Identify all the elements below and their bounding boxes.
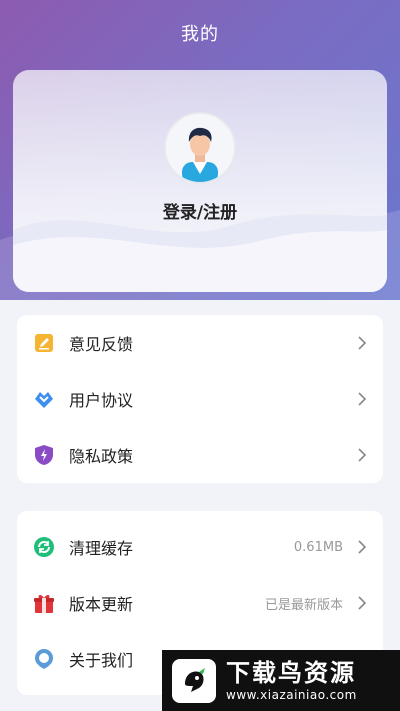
chevron-right-icon [358, 448, 367, 462]
handshake-icon [33, 388, 55, 410]
shield-bolt-icon [33, 444, 55, 466]
chevron-right-icon [358, 392, 367, 406]
chevron-right-icon [358, 596, 367, 610]
chevron-right-icon [358, 540, 367, 554]
version-status-value: 已是最新版本 [264, 597, 343, 613]
profile-card: 登录/注册 [13, 70, 387, 292]
menu-item-clear-cache[interactable]: 清理缓存 0.61MB [17, 519, 383, 575]
watermark-title: 下载鸟资源 [226, 658, 356, 687]
pencil-note-icon [33, 332, 55, 354]
cache-size-value: 0.61MB [293, 539, 343, 555]
menu-item-user-agreement[interactable]: 用户协议 [17, 371, 383, 427]
chevron-right-icon [358, 336, 367, 350]
menu-item-label: 版本更新 [69, 595, 134, 614]
page-title: 我的 [181, 24, 219, 45]
bird-logo-icon [172, 658, 216, 703]
menu-group-general: 意见反馈 用户协议 隐私政策 [17, 315, 383, 483]
refresh-icon [33, 536, 55, 558]
avatar[interactable] [164, 112, 236, 184]
login-register-link[interactable]: 登录/注册 [13, 198, 387, 223]
menu-item-version-update[interactable]: 版本更新 已是最新版本 [17, 575, 383, 631]
menu-item-label: 意见反馈 [69, 335, 134, 354]
gift-box-icon [33, 592, 55, 614]
menu-item-feedback[interactable]: 意见反馈 [17, 315, 383, 371]
menu-item-label: 用户协议 [69, 391, 134, 410]
chat-bubble-icon [33, 648, 55, 670]
watermark-banner: 下载鸟资源 www.xiazainiao.com [162, 650, 400, 711]
menu-item-label: 清理缓存 [69, 539, 134, 558]
menu-item-privacy-policy[interactable]: 隐私政策 [17, 427, 383, 483]
watermark-url: www.xiazainiao.com [226, 687, 357, 702]
menu-item-label: 隐私政策 [69, 447, 134, 466]
